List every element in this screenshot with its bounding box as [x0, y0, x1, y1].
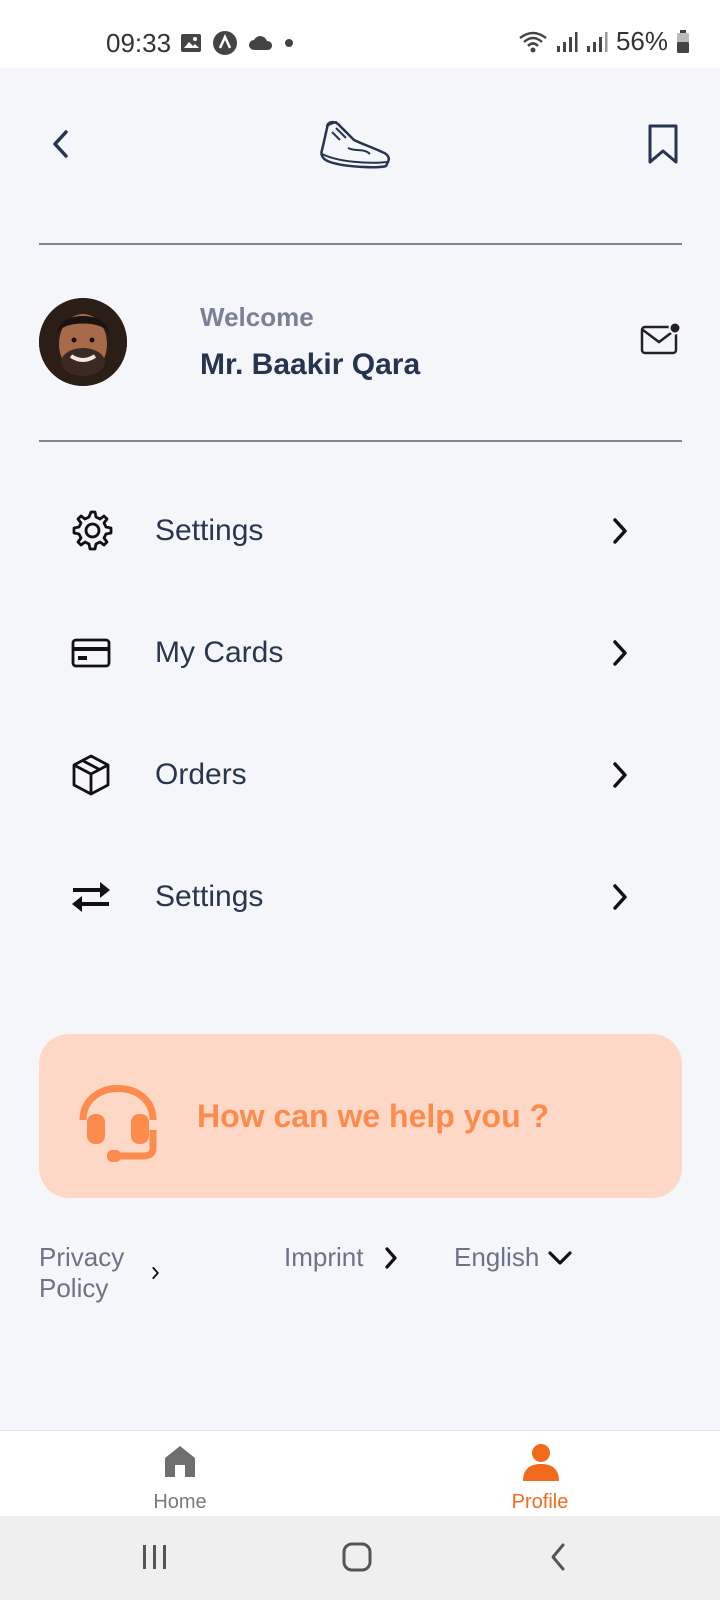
privacy-policy-label: Privacy Policy — [39, 1242, 125, 1303]
person-icon — [522, 1443, 560, 1488]
menu-label: My Cards — [155, 636, 284, 669]
mail-notification-icon — [640, 321, 682, 355]
status-time: 09:33 — [106, 28, 172, 58]
top-bar — [0, 68, 720, 243]
menu-label: Settings — [155, 880, 264, 913]
bookmark-icon — [648, 124, 678, 164]
menu-item-settings[interactable]: Settings — [0, 486, 720, 576]
chevron-right-icon — [152, 1266, 159, 1280]
battery-percent: 56% — [615, 26, 668, 56]
chevron-right-icon — [610, 882, 630, 917]
system-nav-bar — [0, 1516, 720, 1600]
image-icon — [181, 34, 201, 52]
app-notification-icon — [213, 31, 237, 55]
menu-item-my-cards[interactable]: My Cards — [0, 608, 720, 698]
wifi-icon — [519, 31, 547, 52]
imprint-link[interactable]: Imprint — [284, 1242, 399, 1273]
battery-icon — [677, 29, 689, 53]
recents-button[interactable] — [140, 1542, 170, 1577]
bookmark-button[interactable] — [648, 124, 678, 169]
nav-profile-label: Profile — [511, 1491, 569, 1513]
profile-divider — [39, 440, 682, 442]
chevron-down-icon — [548, 1250, 572, 1265]
box-icon — [68, 752, 114, 798]
system-status-icons: 56% — [518, 26, 690, 57]
help-text: How can we help you ? — [197, 1098, 550, 1134]
menu-label: Settings — [155, 514, 264, 547]
home-icon — [162, 1443, 198, 1484]
chevron-right-icon — [610, 638, 630, 673]
back-button[interactable] — [40, 124, 80, 164]
chevron-right-icon — [610, 516, 630, 551]
avatar-image — [39, 298, 127, 386]
chevron-right-icon — [385, 1246, 398, 1269]
status-bar: 09:33 56% — [0, 0, 720, 68]
signal-icon — [556, 31, 578, 52]
home-circle-icon — [342, 1542, 372, 1572]
bottom-nav: Home Profile — [0, 1430, 720, 1516]
help-card[interactable]: How can we help you ? — [39, 1034, 682, 1198]
recents-icon — [143, 1545, 166, 1569]
headset-icon — [73, 1070, 163, 1167]
nav-home[interactable]: Home — [120, 1431, 240, 1517]
menu-item-settings-2[interactable]: Settings — [0, 852, 720, 942]
sneaker-icon — [320, 120, 390, 169]
welcome-label: Welcome — [200, 302, 314, 332]
system-back-button[interactable] — [548, 1542, 568, 1577]
cloud-icon — [249, 36, 273, 50]
imprint-label: Imprint — [284, 1242, 364, 1272]
messages-button[interactable] — [640, 321, 682, 361]
menu-item-orders[interactable]: Orders — [0, 730, 720, 820]
profile-section: Welcome Mr. Baakir Qara — [0, 244, 720, 440]
language-label: English — [454, 1242, 540, 1272]
swap-arrows-icon — [68, 874, 114, 920]
menu-label: Orders — [155, 758, 247, 791]
card-icon — [68, 630, 114, 676]
chevron-left-icon — [53, 130, 68, 158]
user-name: Mr. Baakir Qara — [200, 348, 421, 381]
home-button[interactable] — [342, 1542, 372, 1577]
gear-icon — [68, 508, 114, 554]
nav-home-label: Home — [153, 1491, 207, 1513]
signal-icon-2 — [586, 31, 608, 52]
notification-icons — [180, 30, 294, 56]
nav-profile[interactable]: Profile — [480, 1431, 600, 1517]
privacy-policy-link[interactable]: Privacy Policy — [39, 1242, 160, 1304]
sneaker-logo — [318, 118, 394, 179]
dot-icon — [285, 39, 293, 47]
language-selector[interactable]: English — [454, 1242, 573, 1273]
chevron-right-icon — [610, 760, 630, 795]
avatar[interactable] — [39, 298, 127, 386]
back-arrow-icon — [551, 1543, 565, 1571]
